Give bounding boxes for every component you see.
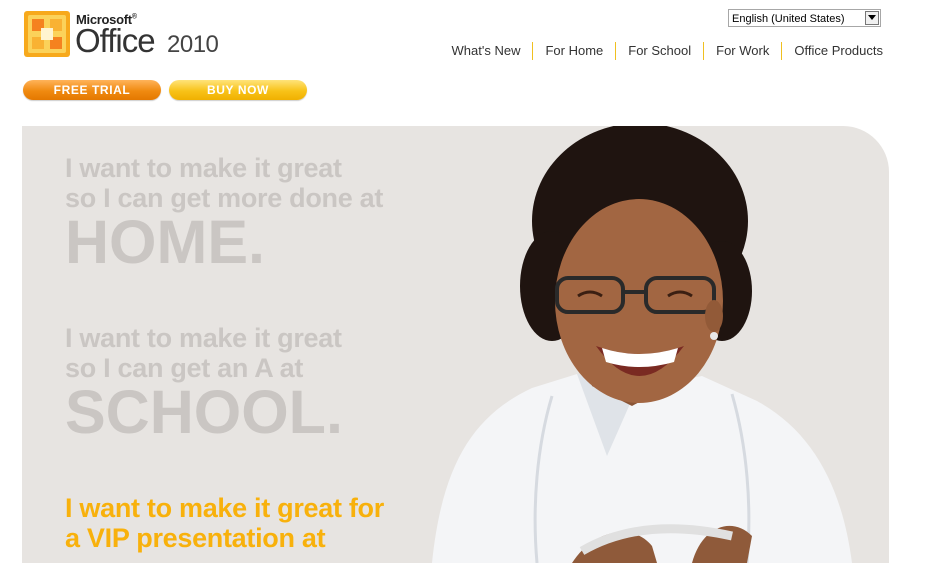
logo-version-text: 2010 (167, 31, 219, 58)
language-dropdown-button[interactable] (865, 11, 879, 25)
chevron-down-icon (868, 15, 876, 20)
nav-for-school[interactable]: For School (615, 42, 703, 60)
hero-school-line-1: I want to make it great (65, 323, 342, 353)
smiling-woman-photo (432, 126, 852, 563)
main-nav: What's New For Home For School For Work … (440, 42, 883, 60)
office-2010-logo[interactable]: Microsoft® Office 2010 (22, 9, 222, 61)
nav-whats-new[interactable]: What's New (440, 42, 533, 60)
free-trial-button[interactable]: FREE TRIAL (23, 80, 161, 100)
office-logo-icon (24, 11, 70, 57)
nav-for-work[interactable]: For Work (703, 42, 781, 60)
language-select-value: English (United States) (732, 13, 845, 25)
hero-school-word: SCHOOL. (65, 378, 343, 446)
language-select[interactable]: English (United States) (728, 9, 881, 27)
logo-office-text: Office (75, 22, 156, 59)
nav-for-home[interactable]: For Home (532, 42, 615, 60)
hero-home-line-1: I want to make it great (65, 153, 342, 183)
hero-home-word: HOME. (65, 208, 265, 276)
nav-office-products[interactable]: Office Products (781, 42, 883, 60)
hero-vip-line-1: I want to make it great for (65, 493, 384, 523)
buy-now-button[interactable]: BUY NOW (169, 80, 307, 100)
hero-banner[interactable]: I want to make it great so I can get mor… (22, 126, 889, 563)
hero-vip-line-2: a VIP presentation at (65, 523, 326, 553)
